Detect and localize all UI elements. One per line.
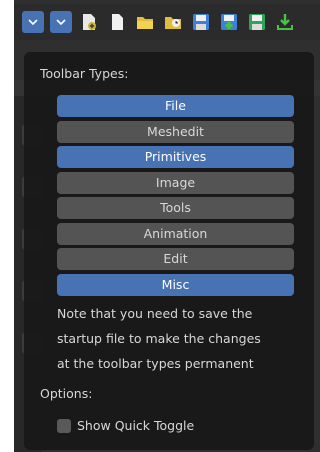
note-line: at the toolbar types permanent — [57, 356, 254, 371]
new-file-icon — [83, 14, 96, 30]
save-icon — [193, 14, 209, 30]
toolbar-type-list: File Meshedit Primitives Image Tools Ani… — [57, 95, 294, 299]
type-button-edit[interactable]: Edit — [57, 248, 294, 270]
toolbar — [14, 4, 320, 40]
show-quick-toggle-option[interactable]: Show Quick Toggle — [57, 418, 194, 433]
file-menu-dropdown-button[interactable] — [50, 11, 72, 33]
toolbar-types-heading: Toolbar Types: — [40, 66, 129, 81]
recent-folder-button[interactable] — [162, 11, 184, 33]
save-copy-icon — [249, 14, 265, 30]
save-button[interactable] — [190, 11, 212, 33]
import-icon — [277, 14, 293, 30]
screenshot-frame: Toolbar Types: File Meshedit Primitives … — [0, 0, 320, 452]
show-quick-toggle-checkbox[interactable] — [57, 418, 71, 433]
chevron-down-icon — [28, 19, 38, 25]
type-button-animation[interactable]: Animation — [57, 222, 294, 245]
options-heading: Options: — [40, 386, 93, 401]
type-button-image[interactable]: Image — [57, 171, 294, 194]
type-button-tools[interactable]: Tools — [57, 197, 294, 219]
toolbar-type-dropdown-button[interactable] — [22, 11, 44, 33]
show-quick-toggle-label: Show Quick Toggle — [77, 418, 195, 433]
chevron-down-icon — [56, 19, 66, 25]
blank-file-icon — [112, 14, 123, 30]
note-line: startup file to make the changes — [57, 331, 261, 346]
blank-file-button[interactable] — [106, 11, 128, 33]
open-folder-button[interactable] — [134, 11, 156, 33]
type-button-file[interactable]: File — [57, 95, 294, 117]
open-folder-icon — [137, 17, 153, 29]
save-copy-button[interactable] — [246, 11, 268, 33]
type-button-meshedit[interactable]: Meshedit — [57, 120, 294, 143]
import-button[interactable] — [274, 11, 296, 33]
save-startup-note: Note that you need to save the startup f… — [57, 301, 307, 376]
type-button-primitives[interactable]: Primitives — [57, 146, 294, 168]
type-button-misc[interactable]: Misc — [57, 273, 294, 296]
recent-folder-icon — [165, 17, 181, 29]
note-line: Note that you need to save the — [57, 306, 253, 321]
new-file-button[interactable] — [78, 11, 100, 33]
save-as-icon — [221, 14, 237, 30]
save-as-button[interactable] — [218, 11, 240, 33]
